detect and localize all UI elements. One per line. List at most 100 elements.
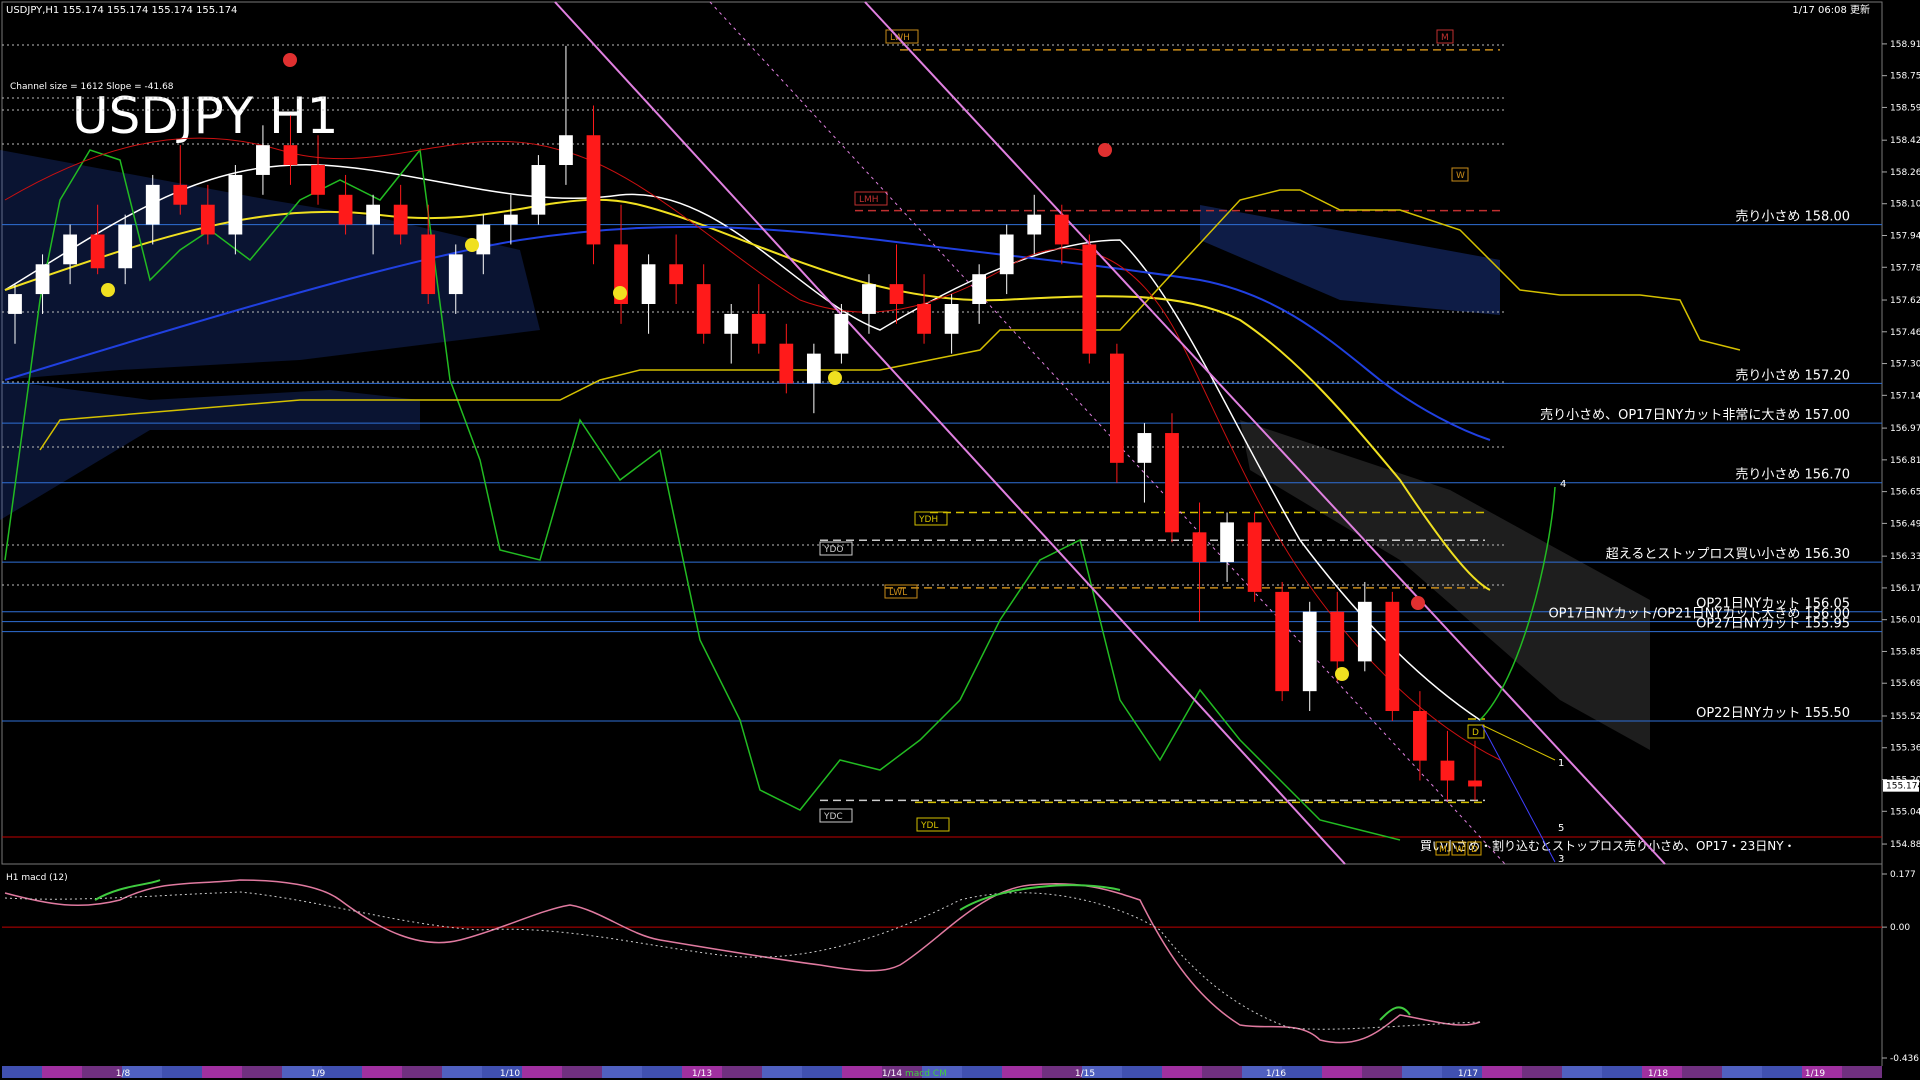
date-label: 1/18 [1648,1069,1668,1079]
candle-body [393,204,408,235]
projection-label: 4 [1560,479,1566,490]
candle-body [889,284,904,304]
price-tick-label: 156.170 [1890,584,1920,594]
date-label: 1/19 [1805,1069,1825,1079]
fractal-marker [1335,667,1349,681]
date-label: 1/8 [116,1069,131,1079]
candle-body [779,343,794,384]
date-strip-segment [762,1066,802,1078]
bottom-tag-label: D [1471,845,1478,855]
candle-body [1082,244,1097,354]
ichimoku-cloud-left-low [0,380,420,520]
price-tick-label: 158.105 [1890,200,1920,210]
projection-label: 3 [1558,854,1564,865]
date-label: 1/16 [1266,1069,1286,1079]
candle-body [586,135,601,245]
date-label: 1/14 [882,1069,902,1079]
candle-body [1440,760,1455,781]
candle-body [503,214,518,225]
date-label: 1/15 [1075,1069,1095,1079]
date-strip-segment [1122,1066,1162,1078]
price-tick-label: 155.365 [1890,744,1920,754]
candle-body [8,294,22,314]
date-strip-segment [1162,1066,1202,1078]
date-strip-segment [1002,1066,1042,1078]
fractal-marker [828,371,842,385]
candle-body [641,264,656,304]
level-label: OP22日NYカット 155.50 [1696,706,1850,721]
ref-tag-label: YDL [920,821,938,831]
price-tick-label: 157.460 [1890,328,1920,338]
candle-body [862,284,876,314]
level-label: 売り小さめ 157.20 [1735,367,1850,383]
channel-mid-line [709,1,1506,865]
fractal-marker [465,238,479,252]
candle-body [228,174,243,235]
date-strip-segment [1282,1066,1322,1078]
candle-body [1220,522,1234,563]
fractal-marker [613,286,627,300]
date-strip-segment [602,1066,642,1078]
date-strip-segment [442,1066,482,1078]
price-tick-label: 157.300 [1890,360,1920,370]
date-axis: 1/8 1/9 1/10 1/13 1/14 1/15 1/16 1/17 1/18 1/19 ma… [2,1066,1882,1079]
date-label: 1/17 [1458,1069,1478,1079]
price-tick-label: 157.140 [1890,391,1920,401]
candle-body [173,184,188,205]
candle-body [476,224,491,255]
candle-body [834,313,849,354]
candle-body [944,303,959,334]
ref-tag-label: YDC [823,812,843,822]
candle-body [366,204,380,225]
price-tick-label: 154.880 [1890,840,1920,850]
candle-body [1275,591,1290,692]
date-strip-segment [322,1066,362,1078]
price-tick-label: 156.815 [1890,456,1920,466]
date-strip-segment [1362,1066,1402,1078]
date-label: 1/9 [311,1069,326,1079]
candle-body [724,313,739,334]
date-strip-segment [362,1066,402,1078]
date-strip-segment [1762,1066,1802,1078]
candle-body [118,224,133,269]
ichimoku-cloud-white [1240,420,1650,750]
chart-canvas: USDJPY,H1 155.174 155.174 155.174 155.17… [0,1,1920,1079]
price-tick-label: 158.910 [1890,40,1920,50]
channel-lower-line [554,1,1346,865]
price-tick-label: 158.750 [1890,72,1920,82]
ref-tag-label: M [1441,33,1449,43]
candle-body [256,145,270,175]
date-strip-segment [562,1066,602,1078]
price-tick-label: 156.495 [1890,519,1920,529]
bottom-tag-label: M [1439,845,1447,855]
candle-body [999,234,1014,275]
price-tick-label: 155.525 [1890,712,1920,722]
date-strip-segment [162,1066,202,1078]
date-strip-segment [1482,1066,1522,1078]
date-strip-segment [1402,1066,1442,1078]
ref-tag-label: YDO [823,545,844,555]
date-strip-segment [1842,1066,1882,1078]
date-strip-segment [202,1066,242,1078]
date-strip-segment [2,1066,42,1078]
candle-body [421,234,436,295]
candle-body [917,303,931,334]
price-axis: 158.910 158.750 158.590 158.425 158.265 158.1… [1882,40,1920,850]
date-strip-segment [642,1066,682,1078]
current-price-label: 155.174 [1886,782,1920,792]
fractal-marker [101,283,115,297]
ichimoku-cloud [0,150,1650,750]
macd-title: H1 macd (12) [6,873,68,883]
date-strip-segment [1682,1066,1722,1078]
ref-tag-label: LWH [890,33,910,43]
date-strip-segment [522,1066,562,1078]
date-axis-tag: macd CM [905,1069,947,1079]
candle-body [200,204,215,235]
price-tick-label: 155.045 [1890,807,1920,817]
chart-title: USDJPY H1 [72,87,338,145]
candle-body [145,184,160,225]
price-tick-label: 156.655 [1890,488,1920,498]
candle-body [1192,532,1207,563]
candle-body [1385,601,1400,712]
price-tick-label: 156.975 [1890,424,1920,434]
